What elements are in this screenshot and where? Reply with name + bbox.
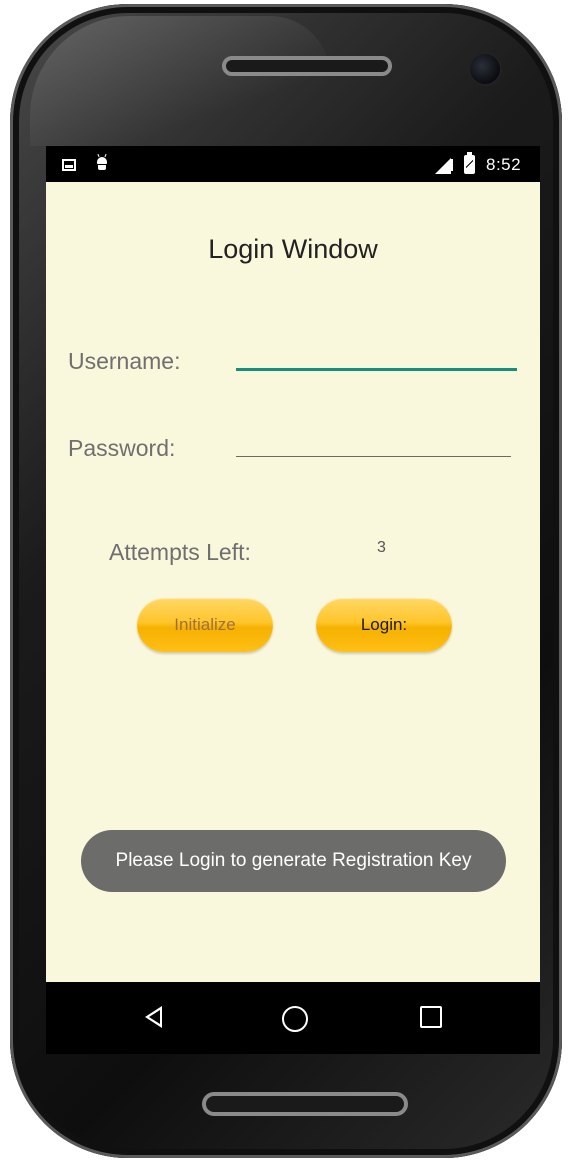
android-debug-icon [95, 153, 109, 172]
signal-icon [435, 158, 451, 174]
signal-alert-icon [451, 159, 453, 171]
bottom-speaker [202, 1092, 408, 1116]
username-input[interactable] [236, 338, 517, 371]
status-time: 8:52 [486, 155, 522, 174]
top-speaker [222, 56, 392, 76]
navigation-bar [46, 982, 540, 1054]
username-label: Username: [68, 348, 181, 374]
page-title: Login Window [208, 234, 378, 264]
image-notification-icon [62, 159, 76, 171]
initialize-button[interactable]: Initialize [137, 598, 273, 652]
phone-gloss [30, 16, 330, 146]
back-icon[interactable] [145, 1006, 162, 1028]
password-label: Password: [68, 435, 176, 461]
home-icon[interactable] [282, 1006, 308, 1032]
front-camera [470, 54, 500, 84]
password-input[interactable] [236, 426, 511, 457]
recents-icon[interactable] [420, 1006, 442, 1028]
battery-charging-icon [464, 152, 475, 174]
attempts-left-label: Attempts Left: [109, 539, 251, 565]
toast-message: Please Login to generate Registration Ke… [81, 830, 506, 892]
login-button[interactable]: Login: [316, 598, 452, 652]
phone-screen: 8:52 Login Window Username: Password: At… [46, 146, 540, 1054]
attempts-left-value: 3 [377, 539, 386, 556]
status-bar: 8:52 [46, 146, 540, 182]
